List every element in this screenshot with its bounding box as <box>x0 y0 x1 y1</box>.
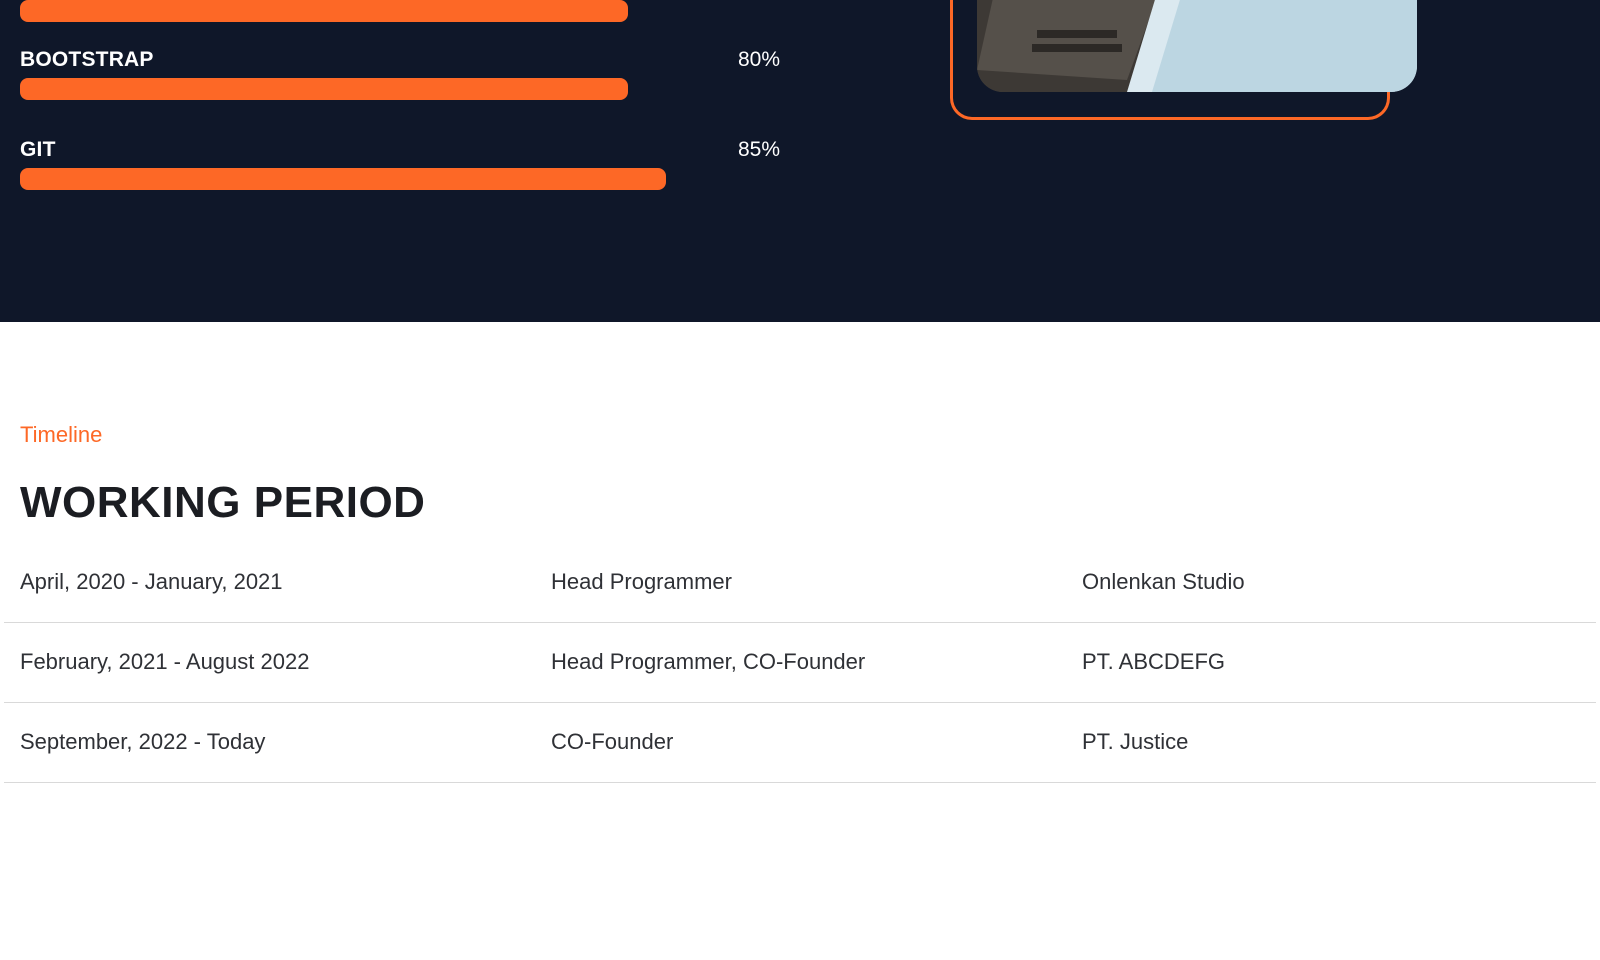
company-cell: PT. ABCDEFG <box>1066 622 1596 703</box>
period-cell: February, 2021 - August 2022 <box>4 622 535 703</box>
table-row: February, 2021 - August 2022 Head Progra… <box>4 622 1596 703</box>
timeline-eyebrow: Timeline <box>20 422 103 447</box>
skill-row <box>20 0 780 40</box>
skills-section: BOOTSTRAP 80% GIT 85% <box>0 0 1600 322</box>
role-cell: Head Programmer, CO-Founder <box>535 622 1066 703</box>
skill-percent: 85% <box>738 138 781 161</box>
role-cell: CO-Founder <box>535 702 1066 783</box>
skill-progress-bar <box>20 78 628 100</box>
skill-row-bootstrap: BOOTSTRAP 80% <box>20 48 780 118</box>
role-cell: Head Programmer <box>535 542 1066 623</box>
timeline-title: WORKING PERIOD <box>20 478 426 527</box>
skill-progress-track <box>20 168 780 190</box>
company-cell: Onlenkan Studio <box>1066 542 1596 623</box>
skill-name: GIT <box>20 138 56 161</box>
laptop-illustration <box>977 0 1417 92</box>
skill-name: BOOTSTRAP <box>20 48 154 71</box>
laptop-photo <box>977 0 1417 92</box>
skill-progress-track <box>20 0 780 22</box>
timeline-table: April, 2020 - January, 2021 Head Program… <box>4 542 1596 783</box>
table-row: April, 2020 - January, 2021 Head Program… <box>4 542 1596 623</box>
table-row: September, 2022 - Today CO-Founder PT. J… <box>4 702 1596 783</box>
skill-progress-bar <box>20 168 666 190</box>
period-cell: April, 2020 - January, 2021 <box>4 542 535 623</box>
company-cell: PT. Justice <box>1066 702 1596 783</box>
skill-row-git: GIT 85% <box>20 138 780 208</box>
skill-progress-bar <box>20 0 628 22</box>
period-cell: September, 2022 - Today <box>4 702 535 783</box>
skill-progress-track <box>20 78 780 100</box>
skill-percent: 80% <box>738 48 781 71</box>
